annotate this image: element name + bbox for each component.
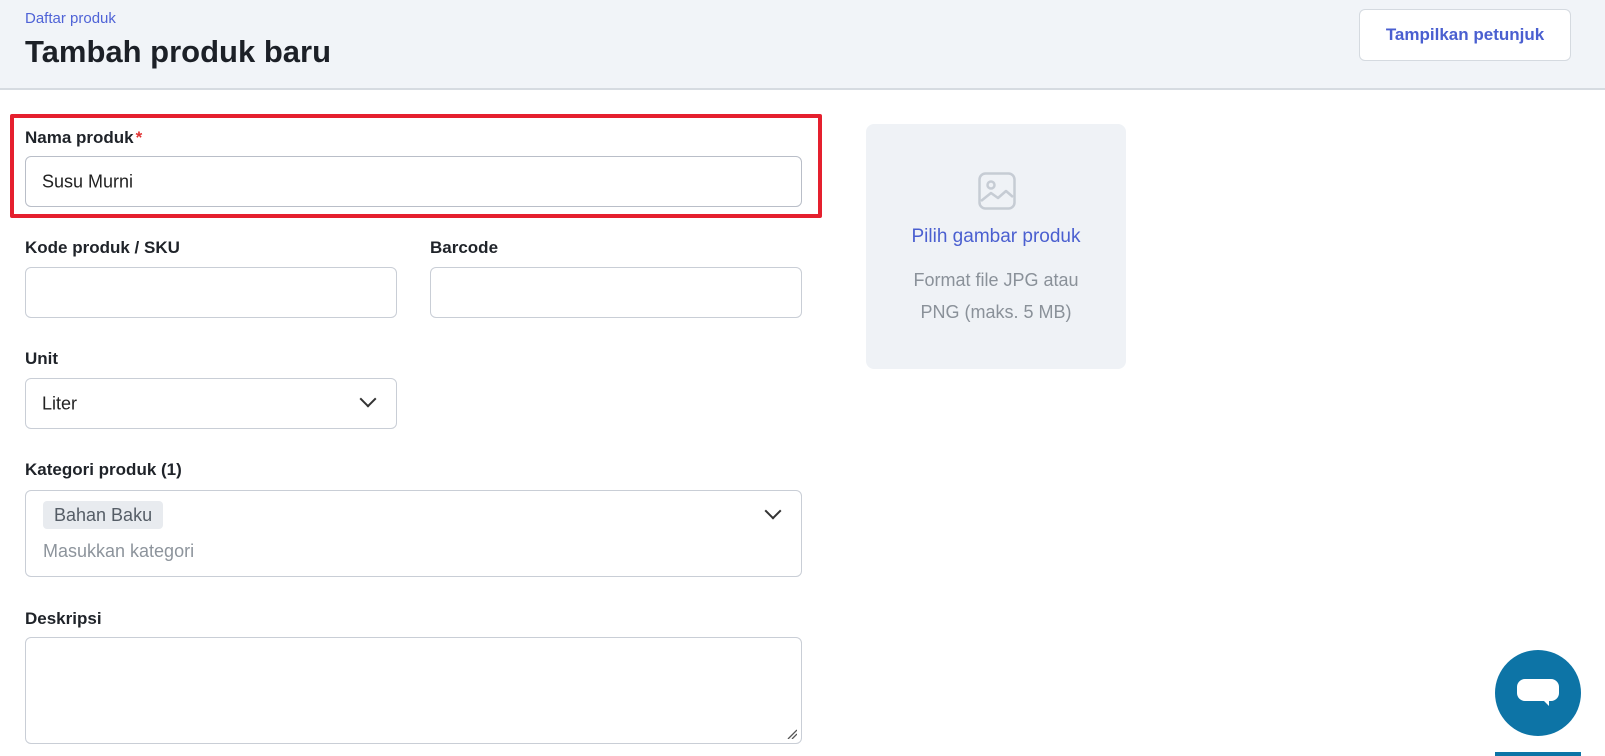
category-placeholder: Masukkan kategori bbox=[43, 541, 195, 561]
sku-input[interactable] bbox=[25, 267, 397, 318]
chat-icon bbox=[1517, 679, 1559, 701]
barcode-label: Barcode bbox=[430, 238, 499, 257]
highlight-box bbox=[10, 114, 822, 218]
chevron-down-icon bbox=[764, 502, 782, 520]
upload-hint: Format file JPG atau PNG (maks. 5 MB) bbox=[913, 270, 1079, 322]
unit-selected-value: Liter bbox=[42, 393, 78, 413]
page-header: Daftar produk Tambah produk baru Tampilk… bbox=[0, 0, 1605, 90]
page-title: Tambah produk baru bbox=[25, 34, 332, 69]
resize-handle-icon[interactable] bbox=[787, 729, 797, 739]
barcode-input[interactable] bbox=[430, 267, 802, 318]
image-upload-panel[interactable]: Pilih gambar produk Format file JPG atau… bbox=[866, 124, 1126, 369]
category-multiselect[interactable]: Bahan Baku Masukkan kategori bbox=[25, 490, 802, 577]
chat-button[interactable] bbox=[1495, 650, 1581, 736]
chevron-down-icon bbox=[359, 390, 377, 408]
category-label: Kategori produk (1) bbox=[25, 460, 182, 479]
breadcrumb-link[interactable]: Daftar produk bbox=[25, 10, 116, 27]
category-tag[interactable]: Bahan Baku bbox=[43, 501, 164, 529]
unit-label: Unit bbox=[25, 349, 59, 368]
page: Daftar produk Tambah produk baru Tampilk… bbox=[0, 0, 1605, 756]
unit-select[interactable]: Liter bbox=[25, 378, 397, 429]
sku-label: Kode produk / SKU bbox=[25, 238, 180, 257]
description-label: Deskripsi bbox=[25, 609, 102, 628]
description-textarea[interactable] bbox=[25, 637, 802, 744]
bottom-edge-button[interactable] bbox=[1495, 752, 1581, 756]
chat-icon-tail bbox=[1539, 696, 1549, 706]
image-icon bbox=[978, 172, 1016, 210]
show-guide-button[interactable]: Tampilkan petunjuk bbox=[1359, 9, 1571, 61]
choose-image-link[interactable]: Pilih gambar produk bbox=[866, 226, 1126, 248]
